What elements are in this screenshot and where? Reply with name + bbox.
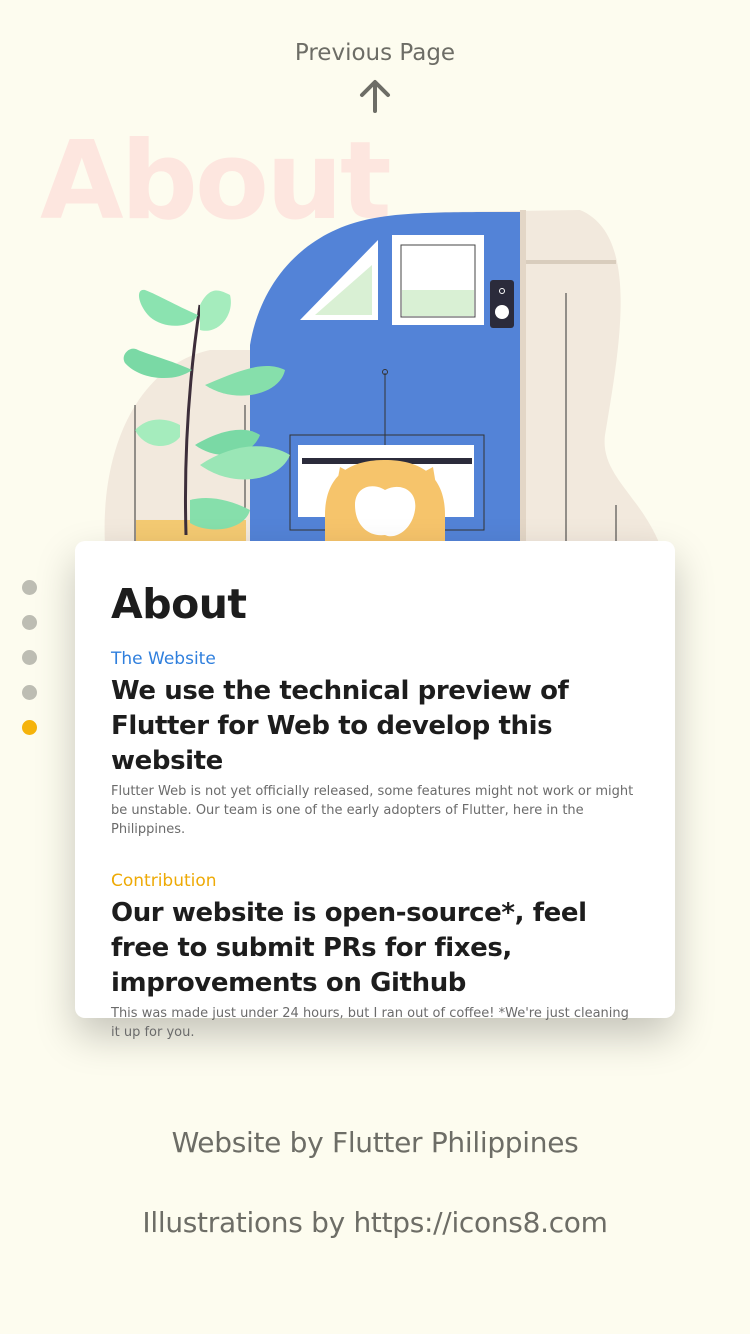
page-dot-1[interactable]: [22, 580, 37, 595]
about-card: About The Website We use the technical p…: [75, 541, 675, 1040]
previous-page-label: Previous Page: [294, 40, 456, 66]
footer-illustrations-credit[interactable]: Illustrations by https://icons8.com: [0, 1206, 750, 1239]
section-tag-website: The Website: [111, 649, 216, 669]
arrow-up-icon: [360, 80, 390, 113]
page-indicator: [22, 580, 37, 755]
section-headline-website: We use the technical preview of Flutter …: [111, 676, 569, 776]
section-description-website: Flutter Web is not yet officially releas…: [111, 784, 634, 837]
page-dot-5-active[interactable]: [22, 720, 37, 735]
page-dot-2[interactable]: [22, 615, 37, 630]
previous-page-link[interactable]: Previous Page: [0, 40, 750, 114]
section-headline-contribution: Our website is open-source*, feel free t…: [111, 898, 587, 998]
footer-credit: Website by Flutter Philippines: [171, 1126, 579, 1159]
page-dot-4[interactable]: [22, 685, 37, 700]
page-dot-3[interactable]: [22, 650, 37, 665]
section-tag-contribution: Contribution: [111, 871, 217, 891]
card-title: About: [111, 580, 247, 628]
room-cat-illustration: [104, 210, 660, 545]
section-description-contribution: This was made just under 24 hours, but I…: [111, 1006, 629, 1040]
